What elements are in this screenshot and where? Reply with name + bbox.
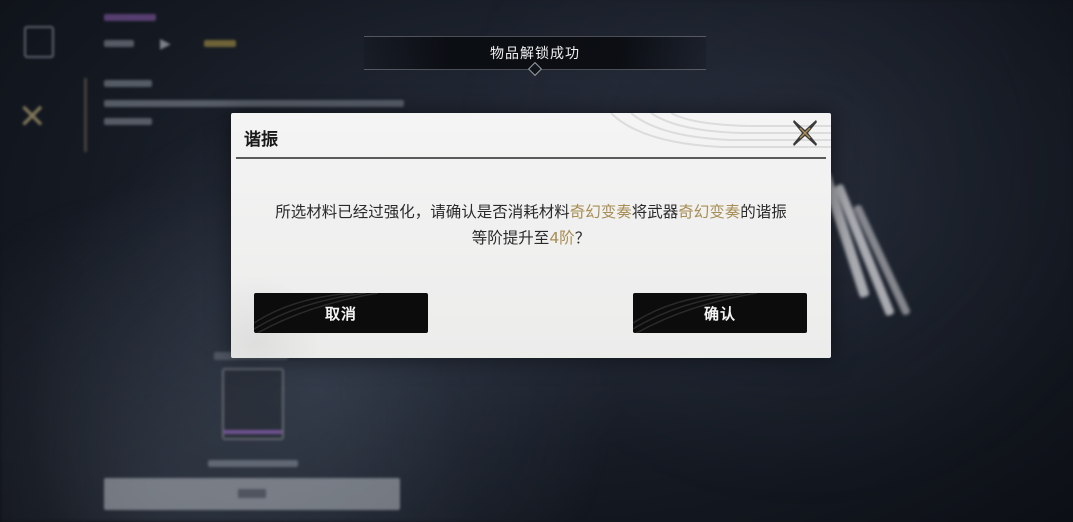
background-weapon-art bbox=[820, 170, 911, 340]
weapon-icon bbox=[24, 26, 54, 58]
message-part-3: 的谐振 bbox=[740, 203, 787, 221]
crossed-swords-icon: ✕ bbox=[18, 97, 47, 137]
blurred-effect-title bbox=[104, 80, 152, 87]
message-part-5: ？ bbox=[574, 229, 591, 247]
confirm-label: 确认 bbox=[703, 304, 736, 323]
material-item-card[interactable] bbox=[222, 368, 284, 440]
weapon-name: 奇幻变奏 bbox=[678, 203, 741, 221]
dialog-divider bbox=[236, 157, 826, 159]
blurred-effect-text-1 bbox=[104, 100, 404, 107]
cancel-label: 取消 bbox=[324, 304, 357, 323]
blurred-cost-text bbox=[208, 460, 298, 467]
confirmation-message: 所选材料已经过强化，请确认是否消耗材料奇幻变奏将武器奇幻变奏的谐振 等阶提升至4… bbox=[251, 199, 811, 251]
cancel-button[interactable]: 取消 bbox=[254, 293, 428, 333]
close-x-icon bbox=[793, 120, 817, 146]
message-part-1: 所选材料已经过强化，请确认是否消耗材料 bbox=[275, 203, 570, 221]
panel-accent-bar bbox=[84, 78, 87, 152]
background-action-button[interactable] bbox=[104, 478, 400, 510]
confirm-button[interactable]: 确认 bbox=[633, 293, 807, 333]
arrow-icon: ▶ bbox=[160, 36, 171, 52]
resonance-dialog: 谐振 所选材料已经过强化，请确认是否消耗材料奇幻变奏将武器奇幻变奏的谐振 等阶提… bbox=[231, 113, 831, 358]
unlock-success-notice: 物品解锁成功 bbox=[364, 36, 706, 77]
notice-text: 物品解锁成功 bbox=[490, 46, 580, 62]
material-name: 奇幻变奏 bbox=[569, 203, 632, 221]
dialog-header: 谐振 bbox=[231, 113, 831, 157]
blurred-rank-from bbox=[104, 40, 134, 47]
blurred-effect-text-2 bbox=[104, 118, 152, 125]
message-part-2: 将武器 bbox=[631, 203, 679, 221]
dialog-title: 谐振 bbox=[244, 130, 278, 150]
message-part-4: 等阶提升至 bbox=[471, 229, 550, 247]
close-button[interactable] bbox=[791, 119, 819, 147]
target-rank: 4阶 bbox=[549, 229, 575, 247]
blurred-weapon-name bbox=[104, 14, 156, 21]
blurred-rank-to bbox=[204, 40, 236, 47]
